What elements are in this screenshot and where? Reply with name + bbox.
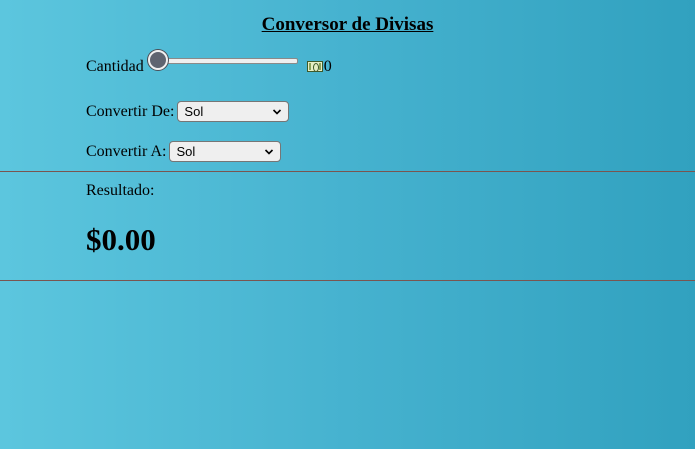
- from-currency-label: Convertir De:: [86, 102, 175, 120]
- from-currency-selected: Sol: [184, 104, 204, 119]
- chevron-down-icon: [265, 148, 274, 155]
- from-currency-row: Convertir De: Sol: [86, 101, 290, 122]
- page-title: Conversor de Divisas: [261, 14, 434, 35]
- to-currency-select[interactable]: Sol: [169, 141, 282, 162]
- result-divider-top: [0, 171, 695, 172]
- amount-slider[interactable]: [147, 50, 298, 71]
- chevron-down-icon: [273, 108, 282, 115]
- from-currency-select[interactable]: Sol: [177, 101, 290, 122]
- amount-label: Cantidad: [86, 58, 144, 75]
- amount-value: 0: [323, 58, 332, 75]
- result-value: $0.00: [86, 222, 156, 257]
- result-divider-bottom: [0, 280, 695, 281]
- to-currency-row: Convertir A: Sol: [86, 141, 282, 162]
- to-currency-selected: Sol: [176, 144, 196, 159]
- to-currency-label: Convertir A:: [86, 142, 167, 160]
- slider-rail: [153, 58, 298, 64]
- money-icon: [306, 60, 323, 72]
- result-label: Resultado:: [86, 182, 155, 199]
- slider-thumb[interactable]: [147, 50, 168, 70]
- amount-row: Cantidad 0: [86, 50, 332, 76]
